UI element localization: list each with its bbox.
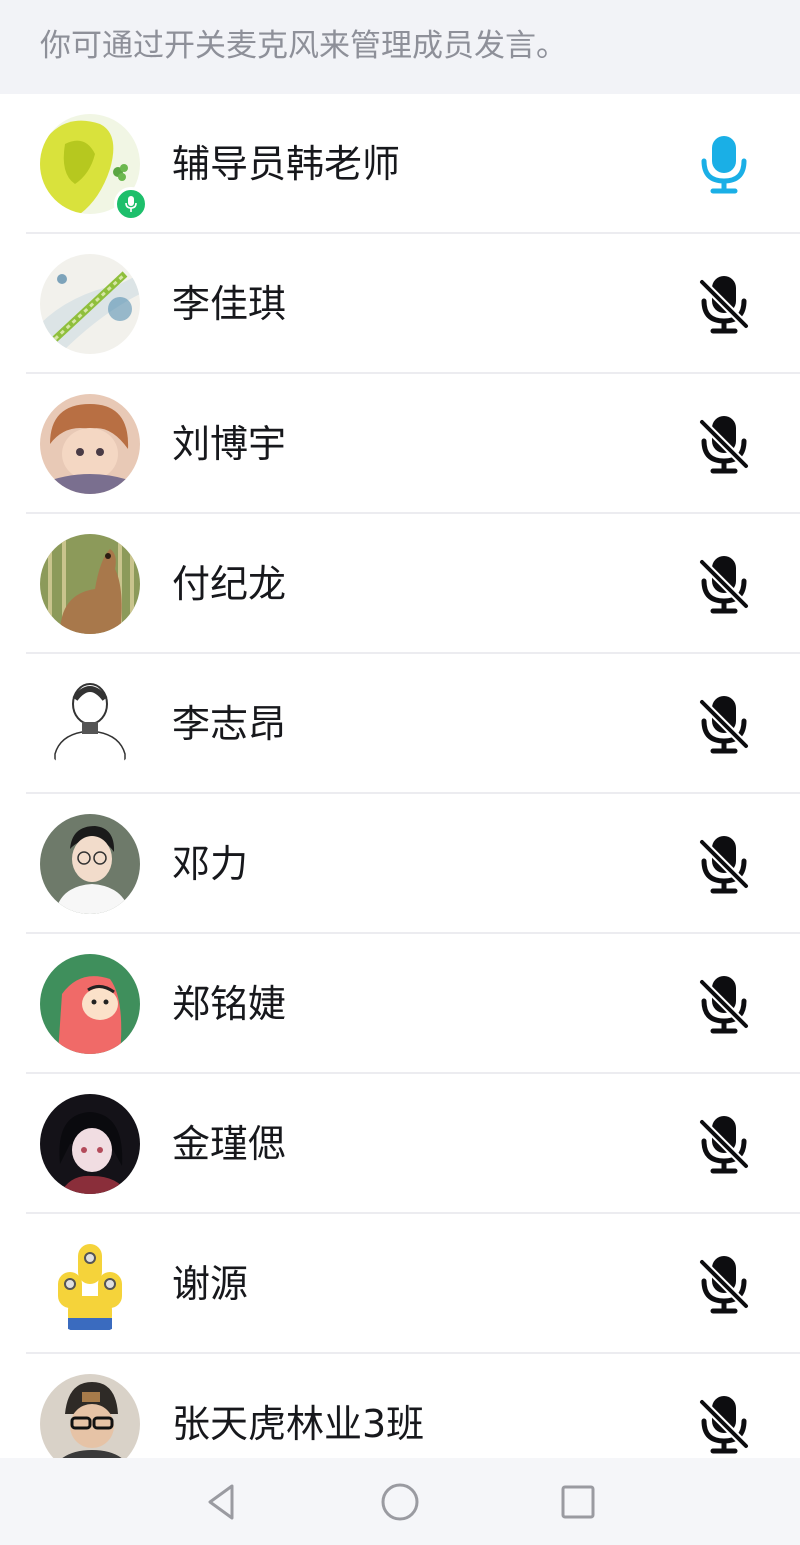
mic-off-button[interactable] bbox=[693, 1394, 755, 1456]
man-with-beanie-avatar-icon bbox=[40, 1374, 140, 1458]
microphone-muted-icon bbox=[699, 836, 749, 894]
system-navigation-bar bbox=[0, 1458, 800, 1545]
deer-avatar-icon bbox=[40, 534, 140, 634]
member-row[interactable]: 付纪龙 bbox=[0, 514, 800, 654]
microphone-muted-icon bbox=[699, 416, 749, 474]
sketch-person-avatar-icon bbox=[40, 674, 140, 774]
member-name: 付纪龙 bbox=[172, 562, 287, 606]
mic-off-button[interactable] bbox=[693, 974, 755, 1036]
minions-avatar-icon bbox=[40, 1234, 140, 1334]
nav-back-button[interactable] bbox=[198, 1478, 246, 1526]
hint-bar: 你可通过开关麦克风来管理成员发言。 bbox=[0, 0, 800, 94]
microphone-muted-icon bbox=[699, 696, 749, 754]
member-name: 张天虎林业3班 bbox=[172, 1402, 425, 1446]
microphone-muted-icon bbox=[699, 976, 749, 1034]
avatar bbox=[40, 1234, 140, 1334]
voice-members-screen: 你可通过开关麦克风来管理成员发言。 辅导员韩老师 李佳琪 刘博宇 付纪龙 李志昂… bbox=[0, 0, 800, 1545]
square-recent-icon bbox=[561, 1485, 595, 1519]
avatar bbox=[40, 394, 140, 494]
mic-off-button[interactable] bbox=[693, 1254, 755, 1316]
avatar bbox=[40, 534, 140, 634]
member-name: 郑铭婕 bbox=[172, 982, 287, 1026]
bamboo-art-avatar-icon bbox=[40, 254, 140, 354]
member-name: 谢源 bbox=[172, 1262, 249, 1306]
avatar bbox=[40, 1374, 140, 1458]
avatar bbox=[40, 954, 140, 1054]
microphone-muted-icon bbox=[699, 1396, 749, 1454]
mic-small-icon bbox=[125, 196, 137, 212]
member-row[interactable]: 郑铭婕 bbox=[0, 934, 800, 1074]
avatar bbox=[40, 674, 140, 774]
anime-boy-avatar-icon bbox=[40, 394, 140, 494]
mic-off-button[interactable] bbox=[693, 554, 755, 616]
microphone-muted-icon bbox=[699, 276, 749, 334]
speaking-badge bbox=[114, 187, 148, 221]
member-row[interactable]: 金瑾偲 bbox=[0, 1074, 800, 1214]
anime-girl-dark-avatar-icon bbox=[40, 1094, 140, 1194]
member-row[interactable]: 刘博宇 bbox=[0, 374, 800, 514]
mic-off-button[interactable] bbox=[693, 274, 755, 336]
member-row[interactable]: 辅导员韩老师 bbox=[0, 94, 800, 234]
member-row[interactable]: 邓力 bbox=[0, 794, 800, 934]
avatar bbox=[40, 814, 140, 914]
microphone-muted-icon bbox=[699, 1256, 749, 1314]
member-name: 李志昂 bbox=[172, 702, 287, 746]
member-name: 辅导员韩老师 bbox=[172, 142, 401, 186]
triangle-back-icon bbox=[208, 1484, 234, 1520]
nav-recent-button[interactable] bbox=[554, 1478, 602, 1526]
young-man-glasses-avatar-icon bbox=[40, 814, 140, 914]
member-row[interactable]: 李志昂 bbox=[0, 654, 800, 794]
member-name: 刘博宇 bbox=[172, 422, 287, 466]
mic-on-button[interactable] bbox=[693, 134, 755, 196]
member-row[interactable]: 张天虎林业3班 bbox=[0, 1354, 800, 1458]
avatar bbox=[40, 1094, 140, 1194]
microphone-muted-icon bbox=[699, 556, 749, 614]
member-row[interactable]: 谢源 bbox=[0, 1214, 800, 1354]
avatar bbox=[40, 254, 140, 354]
member-name: 金瑾偲 bbox=[172, 1122, 287, 1166]
microphone-icon bbox=[701, 136, 747, 194]
hint-text: 你可通过开关麦克风来管理成员发言。 bbox=[40, 28, 567, 64]
cartoon-pink-hoodie-avatar-icon bbox=[40, 954, 140, 1054]
member-name: 李佳琪 bbox=[172, 282, 287, 326]
member-row[interactable]: 李佳琪 bbox=[0, 234, 800, 374]
member-name: 邓力 bbox=[172, 842, 249, 886]
nav-home-button[interactable] bbox=[376, 1478, 424, 1526]
member-list: 辅导员韩老师 李佳琪 刘博宇 付纪龙 李志昂 邓力 郑铭婕 金瑾偲 谢源 张天虎… bbox=[0, 94, 800, 1458]
mic-off-button[interactable] bbox=[693, 1114, 755, 1176]
mic-off-button[interactable] bbox=[693, 694, 755, 756]
mic-off-button[interactable] bbox=[693, 834, 755, 896]
circle-home-icon bbox=[381, 1483, 419, 1521]
microphone-muted-icon bbox=[699, 1116, 749, 1174]
mic-off-button[interactable] bbox=[693, 414, 755, 476]
